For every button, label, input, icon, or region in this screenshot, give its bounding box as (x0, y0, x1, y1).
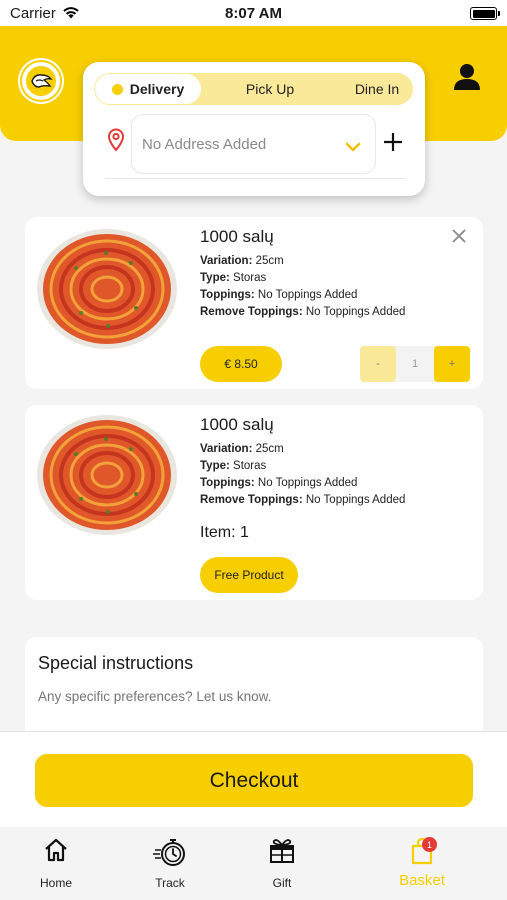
pizza-image (37, 229, 177, 349)
product-variation: Variation: 25cm (200, 443, 284, 455)
home-icon (6, 837, 106, 863)
quantity-stepper: - 1 + (360, 346, 470, 382)
address-row: No Address Added (83, 112, 425, 177)
profile-icon[interactable] (452, 62, 482, 97)
tab-dine-in[interactable]: Dine In (322, 73, 432, 105)
tab-gift[interactable]: Gift (232, 827, 332, 900)
product-type: Type: Storas (200, 460, 267, 472)
address-placeholder: No Address Added (142, 136, 267, 153)
product-toppings: Toppings: No Toppings Added (200, 477, 358, 489)
gift-icon (232, 837, 332, 865)
product-toppings: Toppings: No Toppings Added (200, 289, 358, 301)
basket-count-badge: 1 (422, 837, 437, 852)
increase-quantity-button[interactable]: + (434, 346, 470, 382)
status-time: 8:07 AM (225, 5, 282, 22)
tab-home[interactable]: Home (6, 827, 106, 900)
tab-gift-label: Gift (272, 876, 292, 890)
add-address-plus-icon[interactable] (383, 132, 403, 157)
product-remove-toppings: Remove Toppings: No Toppings Added (200, 494, 406, 506)
status-bar: Carrier 8:07 AM (0, 0, 507, 26)
order-type-tabs: Delivery Pick Up Dine In (94, 73, 413, 105)
decrease-quantity-button[interactable]: - (360, 346, 396, 382)
address-select[interactable]: No Address Added (131, 114, 376, 174)
stopwatch-icon (120, 837, 220, 867)
battery-icon (470, 7, 500, 20)
cart-item: 1000 salų Variation: 25cm Type: Storas T… (25, 405, 483, 600)
item-count: Item: 1 (200, 524, 249, 541)
tab-pick-up[interactable]: Pick Up (209, 73, 331, 105)
tab-track[interactable]: Track (120, 827, 220, 900)
tab-delivery-label: Delivery (129, 81, 185, 97)
bottom-tab-bar: Home Track Gift 1 Basket (0, 827, 507, 900)
tab-track-label: Track (155, 876, 185, 890)
tab-delivery[interactable]: Delivery (95, 74, 201, 104)
remove-item-close-icon[interactable] (452, 229, 466, 248)
product-variation: Variation: 25cm (200, 255, 284, 267)
tab-basket-label: Basket (399, 872, 445, 889)
selected-dot-icon (111, 83, 123, 95)
divider (105, 178, 405, 179)
product-name: 1000 salų (200, 415, 274, 434)
free-product-button[interactable]: Free Product (200, 557, 298, 593)
chevron-down-icon[interactable] (345, 139, 361, 157)
location-pin-icon (107, 128, 125, 157)
product-remove-toppings: Remove Toppings: No Toppings Added (200, 306, 406, 318)
special-instructions-input[interactable] (38, 689, 458, 704)
brand-logo[interactable] (20, 60, 62, 102)
price-button[interactable]: € 8.50 (200, 346, 282, 382)
tab-dine-in-label: Dine In (354, 81, 400, 97)
tab-pick-up-label: Pick Up (245, 81, 295, 97)
checkout-button[interactable]: Checkout (35, 754, 473, 807)
pizza-image (37, 415, 177, 535)
tab-basket[interactable]: 1 Basket (372, 827, 472, 900)
tab-home-label: Home (39, 876, 72, 890)
checkout-area: Checkout (0, 731, 507, 827)
quantity-value: 1 (411, 358, 419, 370)
product-type: Type: Storas (200, 272, 267, 284)
special-instructions-title: Special instructions (38, 653, 194, 673)
product-name: 1000 salų (200, 227, 274, 246)
cart-item: 1000 salų Variation: 25cm Type: Storas T… (25, 217, 483, 389)
order-type-card: Delivery Pick Up Dine In No Address Adde… (83, 62, 425, 196)
